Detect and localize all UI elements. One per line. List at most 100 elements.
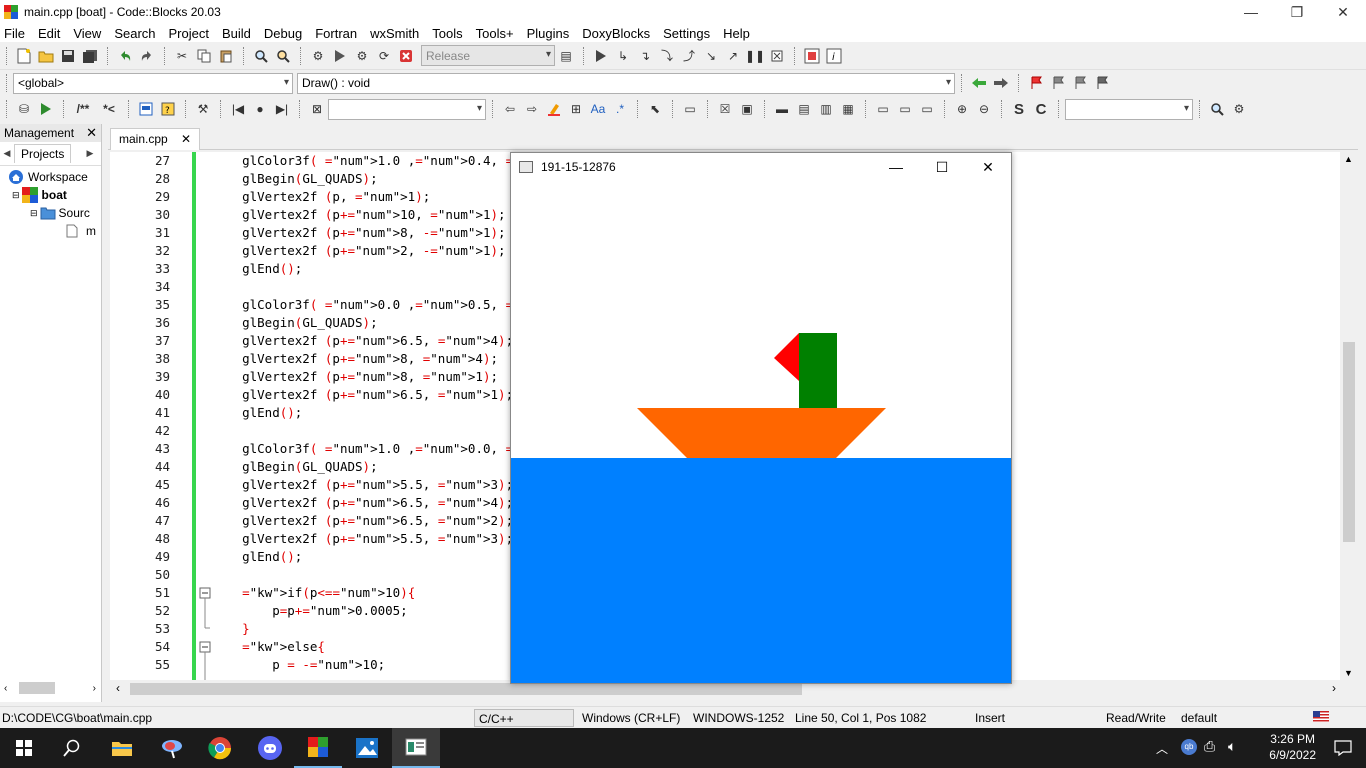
bookmark-clear-icon[interactable] — [1093, 74, 1111, 92]
tab-projects[interactable]: Projects — [14, 144, 72, 163]
select-pointer-icon[interactable]: ⬉ — [646, 100, 664, 118]
run-chm-icon[interactable]: ? — [159, 100, 177, 118]
frame-rect-icon[interactable]: ▭ — [681, 100, 699, 118]
taskbar-file-explorer[interactable] — [98, 728, 146, 768]
find-icon[interactable] — [252, 47, 270, 65]
function-select[interactable]: Draw() : void ▾ — [297, 72, 955, 94]
search-icon[interactable] — [1208, 100, 1226, 118]
stop-debug-icon[interactable] — [768, 47, 786, 65]
gl-minimize-button[interactable]: — — [873, 153, 919, 181]
menu-file[interactable]: File — [4, 26, 25, 41]
close-tab-icon[interactable]: ✕ — [181, 132, 191, 146]
checkbox-widget-icon[interactable]: ☒ — [716, 100, 734, 118]
scroll-right-icon[interactable]: › — [1332, 681, 1336, 695]
copy-icon[interactable] — [195, 47, 213, 65]
build-settings-icon[interactable]: ⚙ — [309, 47, 327, 65]
menu-plugins[interactable]: Plugins — [527, 26, 570, 41]
scroll-down-icon[interactable]: ▼ — [1344, 668, 1353, 678]
notifications-icon[interactable] — [1334, 740, 1352, 759]
settings-wrench-icon[interactable]: ⚙ — [1230, 100, 1248, 118]
next-instruction-icon[interactable]: ↘ — [702, 47, 720, 65]
layout4-icon[interactable]: ▦ — [839, 100, 857, 118]
bookmark-prev-icon[interactable] — [1049, 74, 1067, 92]
menu-help[interactable]: Help — [723, 26, 750, 41]
selected-text-icon[interactable]: ⊞ — [567, 100, 585, 118]
tab-main-cpp[interactable]: main.cpp ✕ — [110, 128, 201, 150]
scroll-left-icon[interactable]: ‹ — [116, 681, 120, 695]
image-widget-icon[interactable]: ▣ — [738, 100, 756, 118]
taskbar-search-button[interactable] — [48, 728, 96, 768]
gl-close-button[interactable]: ✕ — [965, 153, 1011, 181]
menu-debug[interactable]: Debug — [264, 26, 302, 41]
scroll-left-icon[interactable]: ‹ — [4, 683, 7, 694]
jump-back-icon[interactable] — [970, 74, 988, 92]
incremental-prev-icon[interactable]: |◀ — [229, 100, 247, 118]
close-button[interactable]: ✕ — [1320, 0, 1366, 24]
gl-maximize-button[interactable]: ☐ — [919, 153, 965, 181]
shape2-icon[interactable]: ▭ — [896, 100, 914, 118]
search-prev-icon[interactable]: ⇦ — [501, 100, 519, 118]
tree-node-workspace[interactable]: Workspace — [0, 168, 101, 186]
minimize-button[interactable]: — — [1228, 0, 1274, 24]
extract-docs-icon[interactable] — [37, 100, 55, 118]
layout2-icon[interactable]: ▤ — [795, 100, 813, 118]
shape1-icon[interactable]: ▭ — [874, 100, 892, 118]
step-out-icon[interactable]: ⤴ — [680, 47, 698, 65]
menu-settings[interactable]: Settings — [663, 26, 710, 41]
run-html-icon[interactable] — [137, 100, 155, 118]
menu-search[interactable]: Search — [114, 26, 155, 41]
menu-project[interactable]: Project — [169, 26, 209, 41]
tree-node-sources[interactable]: ⊟ Sourc — [0, 204, 101, 222]
wrench-icon[interactable]: ⚒ — [194, 100, 212, 118]
volume-icon[interactable]: 🔈︎ — [1228, 738, 1236, 755]
zoom-out-icon[interactable]: ⊖ — [975, 100, 993, 118]
menu-fortran[interactable]: Fortran — [315, 26, 357, 41]
scroll-up-icon[interactable]: ▲ — [1344, 154, 1353, 164]
taskbar-clock[interactable]: 3:26 PM 6/9/2022 — [1269, 731, 1316, 763]
menu-tools[interactable]: Tools — [432, 26, 462, 41]
taskbar-photos[interactable] — [343, 728, 391, 768]
menu-edit[interactable]: Edit — [38, 26, 60, 41]
shape3-icon[interactable]: ▭ — [918, 100, 936, 118]
target-options-icon[interactable]: ▤ — [557, 47, 575, 65]
bookmark-toggle-icon[interactable] — [1027, 74, 1045, 92]
menu-view[interactable]: View — [73, 26, 101, 41]
highlight-icon[interactable] — [545, 100, 563, 118]
rebuild-icon[interactable]: ⟳ — [375, 47, 393, 65]
tray-app-icon[interactable]: qb — [1181, 739, 1197, 755]
taskbar-opengl-app[interactable] — [392, 728, 440, 768]
start-button[interactable] — [0, 728, 48, 768]
clear-search-icon[interactable]: ⊠ — [308, 100, 326, 118]
taskbar-chrome[interactable] — [196, 728, 244, 768]
doxywizard-icon[interactable]: ⛁ — [15, 100, 33, 118]
menu-tools-plus[interactable]: Tools+ — [476, 26, 514, 41]
layout1-icon[interactable]: ▬ — [773, 100, 791, 118]
save-icon[interactable] — [59, 47, 77, 65]
abort-icon[interactable] — [397, 47, 415, 65]
close-panel-icon[interactable]: ✕ — [86, 125, 97, 141]
block-comment-icon[interactable]: /** — [72, 100, 94, 118]
taskbar-app-pinwheel[interactable] — [148, 728, 196, 768]
vscroll-thumb[interactable] — [1343, 342, 1355, 542]
incremental-search-input[interactable]: ▾ — [328, 98, 486, 120]
save-all-icon[interactable] — [81, 47, 99, 65]
c-icon[interactable]: C — [1032, 100, 1050, 118]
network-icon[interactable]: ⎙ — [1204, 738, 1215, 755]
step-instruction-icon[interactable]: ↗ — [724, 47, 742, 65]
redo-icon[interactable] — [138, 47, 156, 65]
incremental-next-icon[interactable]: ▶| — [273, 100, 291, 118]
scroll-right-icon[interactable]: › — [93, 683, 96, 694]
restore-button[interactable]: ❐ — [1274, 0, 1320, 24]
run-to-cursor-icon[interactable]: ↳ — [614, 47, 632, 65]
info-icon[interactable]: i — [825, 47, 843, 65]
tray-chevron-up-icon[interactable]: ︿ — [1156, 740, 1168, 757]
taskbar-discord[interactable] — [246, 728, 294, 768]
scroll-thumb[interactable] — [19, 682, 56, 694]
menu-wxsmith[interactable]: wxSmith — [370, 26, 419, 41]
editor-vscroll[interactable]: ▲ ▼ — [1340, 152, 1358, 680]
next-line-icon[interactable]: ↴ — [636, 47, 654, 65]
taskbar-codeblocks[interactable] — [294, 728, 342, 768]
pause-icon[interactable]: ❚❚ — [745, 47, 765, 65]
tab-prev-icon[interactable]: ◀ — [0, 148, 14, 159]
menu-doxyblocks[interactable]: DoxyBlocks — [582, 26, 650, 41]
